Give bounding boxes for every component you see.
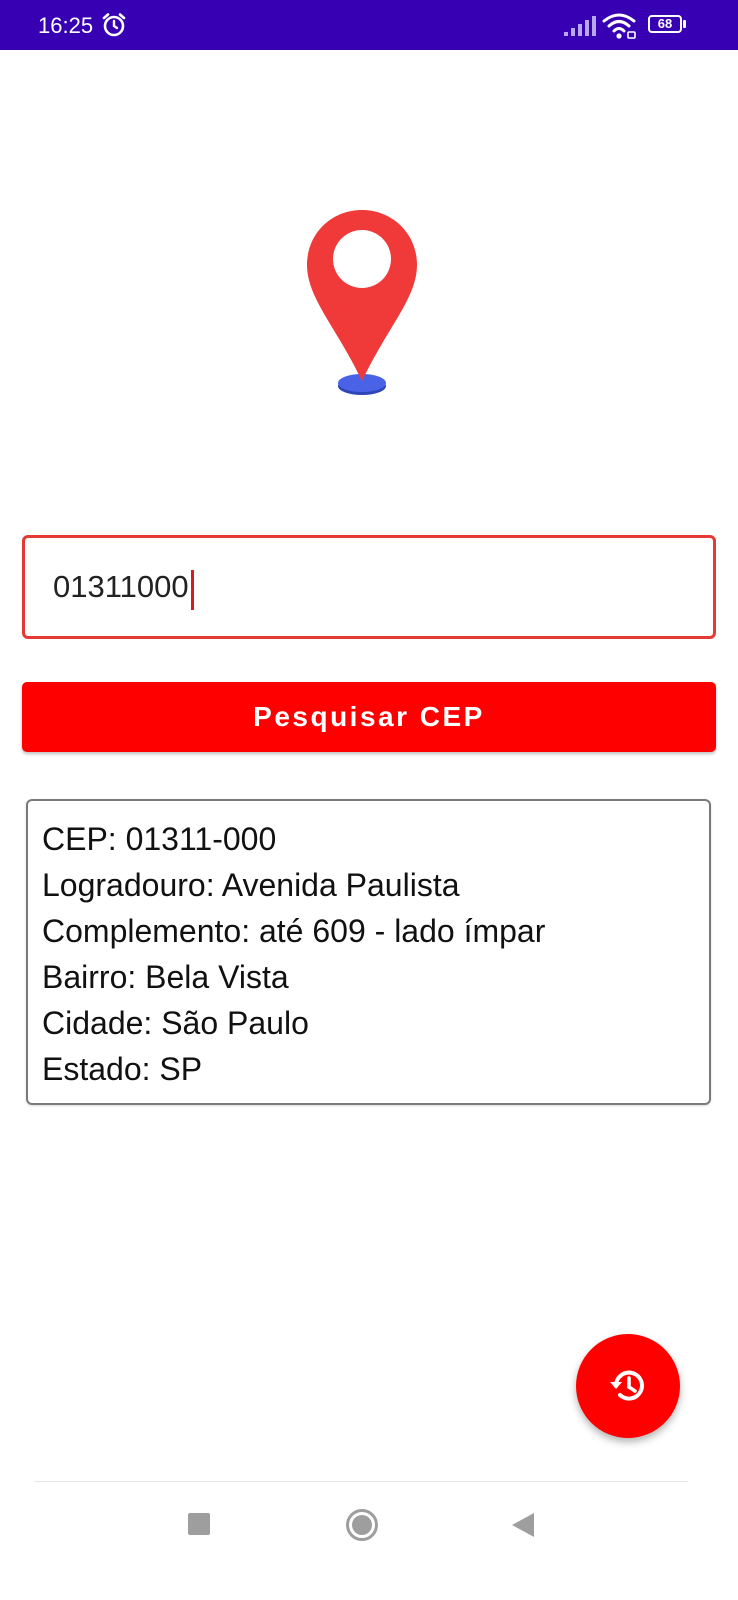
history-button[interactable] <box>576 1334 680 1438</box>
status-bar: 16:25 68 <box>0 0 738 50</box>
home-icon[interactable] <box>345 1508 379 1542</box>
signal-icon <box>564 16 596 36</box>
result-logradouro: Logradouro: Avenida Paulista <box>42 867 460 903</box>
back-icon[interactable] <box>510 1511 536 1539</box>
result-bairro: Bairro: Bela Vista <box>42 959 289 995</box>
nav-divider <box>34 1481 688 1482</box>
wifi-icon <box>602 13 636 39</box>
location-pin-icon <box>307 210 417 395</box>
search-cep-button[interactable]: Pesquisar CEP <box>22 682 716 752</box>
text-cursor <box>190 570 194 610</box>
alarm-icon <box>102 13 126 37</box>
result-card: CEP: 01311-000 Logradouro: Avenida Pauli… <box>26 799 711 1105</box>
history-icon <box>610 1370 644 1401</box>
result-cep: CEP: 01311-000 <box>42 821 277 857</box>
battery-level: 68 <box>648 15 682 33</box>
cep-input-field[interactable]: 01311000 <box>22 535 716 639</box>
battery-icon: 68 <box>648 15 688 35</box>
result-complemento: Complemento: até 609 - lado ímpar <box>42 913 546 949</box>
result-cidade: Cidade: São Paulo <box>42 1005 309 1041</box>
status-time: 16:25 <box>38 13 94 38</box>
cep-input-value[interactable]: 01311000 <box>53 538 189 636</box>
result-estado: Estado: SP <box>42 1051 203 1087</box>
recents-icon[interactable] <box>188 1513 210 1535</box>
